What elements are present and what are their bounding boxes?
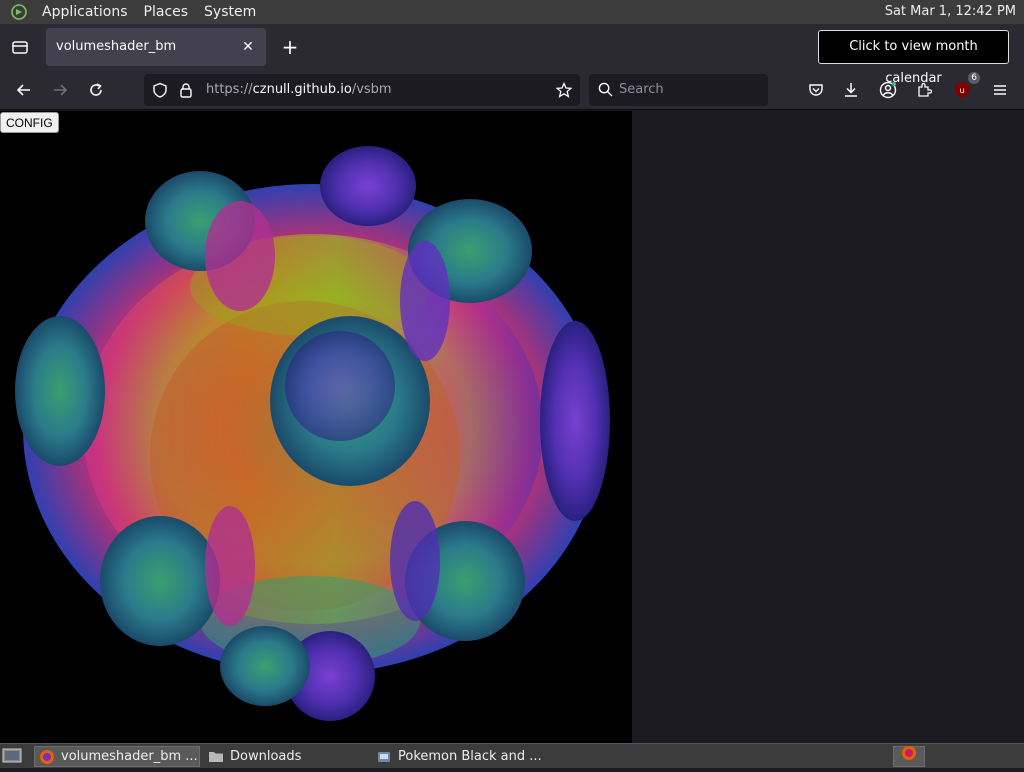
taskbar: volumeshader_bm ... Downloads Pokemon Bl… — [0, 743, 1024, 768]
ublock-badge: 6 — [968, 72, 980, 84]
close-tab-icon[interactable]: ✕ — [238, 37, 258, 57]
taskbar-item-label: Downloads — [230, 749, 302, 764]
taskbar-item-pokemon[interactable]: Pokemon Black and ... — [372, 746, 542, 767]
top-panel: Applications Places System Sat Mar 1, 12… — [0, 0, 1024, 24]
forward-button[interactable] — [48, 78, 72, 102]
emulator-icon — [376, 749, 392, 765]
show-desktop-icon[interactable] — [2, 747, 22, 769]
search-icon — [598, 82, 613, 101]
calendar-tooltip: Click to view month calendar — [818, 30, 1009, 86]
tab-volumeshader[interactable]: volumeshader_bm ✕ — [46, 28, 266, 66]
workspace-switcher[interactable] — [893, 746, 925, 767]
fractal-render — [15, 146, 610, 721]
url-path: /vsbm — [351, 82, 392, 97]
folder-icon — [208, 749, 224, 765]
new-tab-button[interactable]: + — [279, 36, 301, 58]
bookmark-star-icon[interactable] — [555, 81, 573, 102]
config-button[interactable]: CONFIG — [0, 112, 59, 133]
firefox-icon — [39, 749, 55, 765]
back-button[interactable] — [12, 78, 36, 102]
taskbar-item-label: Pokemon Black and ... — [398, 749, 542, 764]
taskbar-item-downloads[interactable]: Downloads — [204, 746, 364, 767]
shield-icon[interactable] — [152, 82, 168, 102]
svg-text:u: u — [959, 86, 964, 95]
pocket-icon[interactable] — [804, 78, 828, 102]
applications-menu[interactable]: Applications — [34, 0, 136, 24]
mate-logo-icon[interactable] — [10, 3, 28, 21]
shader-canvas[interactable] — [0, 111, 632, 743]
system-menu[interactable]: System — [196, 0, 264, 24]
url-text[interactable]: https://cznull.github.io/vsbm — [206, 82, 392, 97]
places-menu[interactable]: Places — [136, 0, 197, 24]
taskbar-item-label: volumeshader_bm ... — [61, 749, 198, 764]
search-bar[interactable]: Search — [589, 74, 768, 106]
page-content: CONFIG — [0, 111, 1024, 743]
reload-button[interactable] — [84, 78, 108, 102]
hamburger-menu-icon[interactable] — [988, 78, 1012, 102]
lock-icon[interactable] — [178, 82, 194, 102]
list-all-tabs-icon[interactable] — [10, 37, 30, 57]
nav-bar: https://cznull.github.io/vsbm Search u 6 — [0, 70, 1024, 110]
url-scheme: https:// — [206, 82, 253, 97]
taskbar-item-firefox[interactable]: volumeshader_bm ... — [34, 746, 200, 767]
url-bar[interactable]: https://cznull.github.io/vsbm — [144, 74, 580, 106]
search-placeholder: Search — [619, 82, 664, 97]
clock[interactable]: Sat Mar 1, 12:42 PM — [881, 0, 1020, 24]
url-host: cznull.github.io — [252, 82, 352, 97]
firefox-workspace-icon — [901, 745, 917, 768]
ublock-origin-icon[interactable]: u 6 — [950, 72, 980, 102]
tab-title: volumeshader_bm — [56, 39, 177, 54]
downloads-icon[interactable] — [839, 78, 863, 102]
